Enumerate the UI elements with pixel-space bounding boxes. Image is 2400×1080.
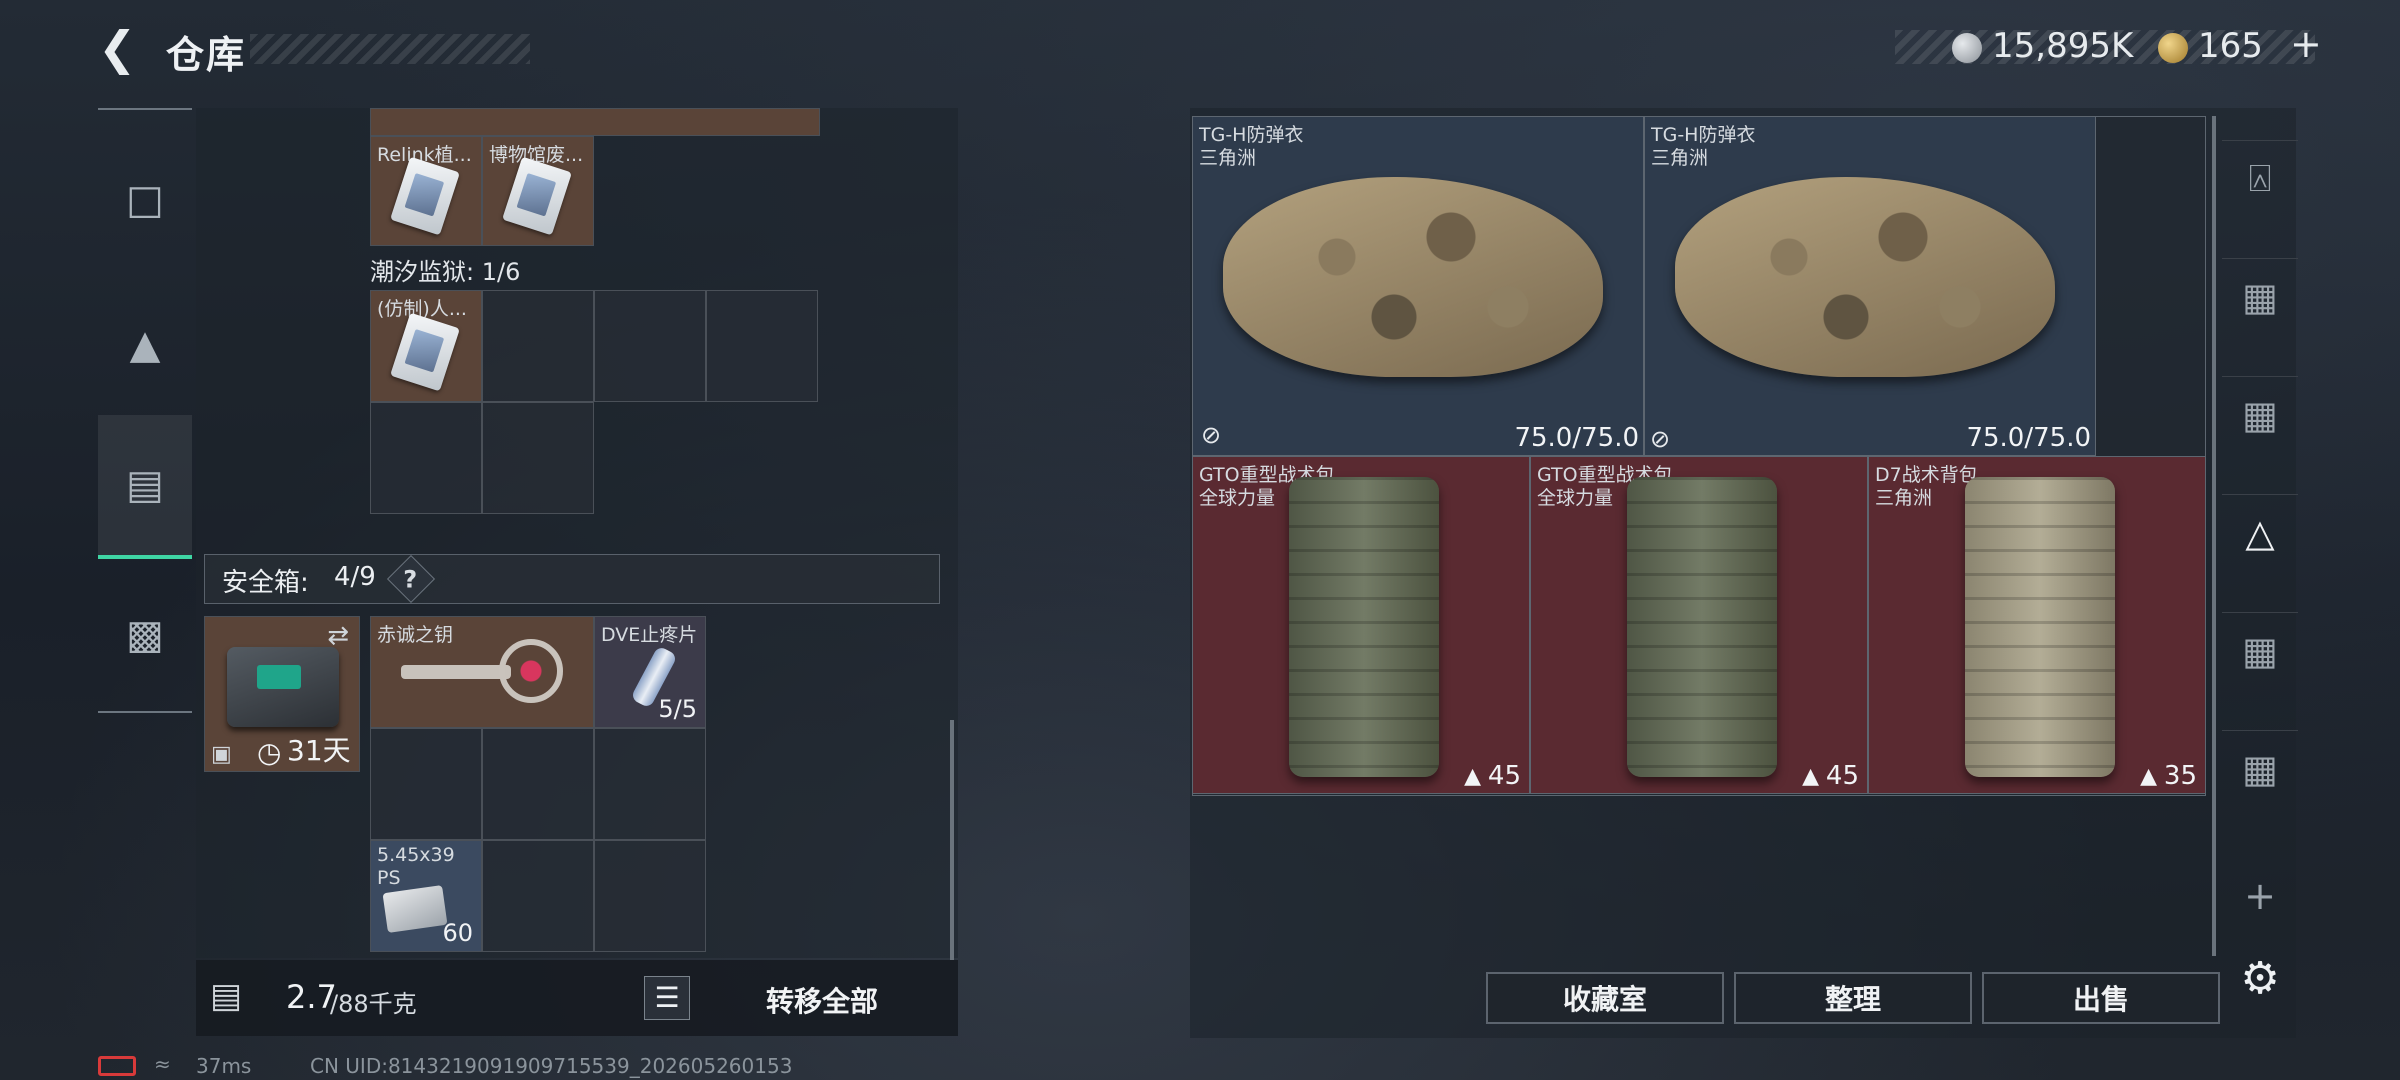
storage-tab-icon[interactable]: ▦ — [2222, 376, 2298, 452]
list-view-icon[interactable]: ☰ — [644, 976, 690, 1020]
backpack-icon — [1627, 477, 1777, 777]
backpack-icon — [1965, 477, 2115, 777]
item-name: DVE止疼片 — [601, 624, 698, 646]
timer-icon: ◷ — [257, 736, 282, 769]
inventory-item[interactable]: Relink植... — [370, 136, 482, 246]
backpack-item[interactable]: D7战术背包 三角洲 ▲ 35 — [1868, 456, 2206, 794]
organize-button[interactable]: 整理 — [1734, 972, 1972, 1024]
help-question-mark: ? — [403, 565, 418, 594]
safe-box-item[interactable]: ⇄ ▣ ◷ 31天 — [204, 616, 360, 772]
sell-button[interactable]: 出售 — [1982, 972, 2220, 1024]
key-bow-icon — [499, 639, 563, 703]
empty-slot[interactable] — [370, 728, 482, 840]
gold-coin-icon — [2158, 33, 2188, 63]
counterfeit-card-icon — [390, 312, 460, 392]
item-name: 5.45x39 — [377, 844, 455, 866]
uid-text: CN UID:8143219091909715539_202605260153 — [310, 1054, 793, 1078]
inventory-item[interactable]: DVE止疼片 5/5 — [594, 616, 706, 728]
armor-icon[interactable]: ▲ — [98, 295, 192, 395]
item-durability: 75.0/75.0 — [1514, 423, 1639, 453]
safe-box-count: 4/9 — [334, 562, 376, 592]
add-currency-button[interactable]: + — [2290, 22, 2322, 66]
relink-card-icon — [390, 156, 460, 236]
briefcase-icon[interactable]: ▩ — [98, 585, 192, 685]
ammo-box-icon — [382, 885, 448, 933]
empty-slot[interactable] — [482, 402, 594, 514]
safe-box-label: 安全箱: — [222, 568, 309, 598]
wifi-icon: ≈ — [154, 1052, 171, 1076]
empty-slot[interactable] — [482, 840, 594, 952]
silver-balance: 15,895K — [1992, 26, 2134, 66]
battery-low-icon — [98, 1056, 136, 1076]
backpack-icon — [1289, 477, 1439, 777]
item-maker: 三角洲 — [1875, 487, 1933, 509]
no-insure-icon: ⊘ — [1201, 421, 1222, 449]
left-category-nav: □ ▲ ▤ ▩ — [98, 108, 192, 713]
empty-slot[interactable] — [482, 728, 594, 840]
item-subname: PS — [377, 867, 401, 889]
item-count: 5/5 — [658, 695, 697, 723]
vest-icon — [1223, 177, 1603, 377]
item-weight: 45 — [1825, 761, 1859, 791]
inventory-item[interactable]: (仿制)人... — [370, 290, 482, 402]
transfer-all-button[interactable]: 转移全部 — [766, 980, 878, 1020]
silver-coin-icon — [1952, 33, 1982, 63]
weight-icon: ▤ — [210, 976, 243, 1016]
vest-icon — [1675, 177, 2055, 377]
ping-value: 37ms — [196, 1054, 252, 1078]
item-maker: 三角洲 — [1651, 147, 1709, 169]
collection-room-button[interactable]: 收藏室 — [1486, 972, 1724, 1024]
key-icon — [401, 665, 511, 679]
empty-slot[interactable] — [370, 402, 482, 514]
empty-slot[interactable] — [594, 728, 706, 840]
weight-capacity: /88千克 — [330, 990, 417, 1018]
item-maker: 三角洲 — [1199, 147, 1257, 169]
item-maker: 全球力量 — [1537, 487, 1614, 509]
weight-icon: ▲ — [2140, 764, 2157, 789]
weight-icon: ▲ — [1802, 764, 1819, 789]
storage-tab-icon[interactable]: ▦ — [2222, 730, 2298, 806]
gold-balance: 165 — [2198, 26, 2263, 66]
backpack-item[interactable]: GTO重型战术包 全球力量 ▲ 45 — [1530, 456, 1868, 794]
item-weight: 45 — [1487, 761, 1521, 791]
empty-slot[interactable] — [594, 840, 706, 952]
armor-vest-item[interactable]: TG-H防弹衣 三角洲 ⊘ 75.0/75.0 — [1192, 116, 1644, 456]
back-arrow-icon[interactable]: ❮ — [98, 22, 146, 74]
title-decoration — [250, 34, 530, 64]
safe-box-header — [204, 554, 940, 604]
armor-vest-item[interactable]: TG-H防弹衣 三角洲 75.0/75.0 — [1644, 116, 2096, 456]
safe-box-icon — [227, 647, 339, 727]
partial-row — [370, 108, 820, 136]
inventory-item[interactable]: 5.45x39 PS 60 — [370, 840, 482, 952]
item-maker: 全球力量 — [1199, 487, 1276, 509]
storage-tab-icon[interactable]: ▦ — [2222, 612, 2298, 688]
empty-slot[interactable] — [706, 290, 818, 402]
pistol-icon[interactable]: □ — [98, 150, 192, 250]
no-insure-icon: ⊘ — [1650, 425, 1671, 453]
inventory-item[interactable]: 赤诚之钥 — [370, 616, 594, 728]
backpack-item[interactable]: GTO重型战术包 全球力量 ▲ 45 — [1192, 456, 1530, 794]
safe-box-days: 31天 — [287, 734, 351, 767]
prison-container-label: 潮汐监狱: 1/6 — [370, 258, 521, 286]
page-title: 仓库 — [166, 33, 247, 77]
empty-slot[interactable] — [482, 290, 594, 402]
item-count: 60 — [442, 919, 473, 947]
grid-scrollbar[interactable] — [2212, 116, 2216, 956]
container-tab-icon[interactable]: ⍓ — [2222, 140, 2298, 216]
museum-card-icon — [502, 156, 572, 236]
storage-scrollbar[interactable] — [950, 720, 954, 960]
item-weight: 35 — [2163, 761, 2197, 791]
active-storage-tab-icon[interactable]: △ — [2222, 494, 2298, 570]
item-name: 赤诚之钥 — [377, 624, 454, 646]
empty-slot[interactable] — [594, 290, 706, 402]
backpack-icon[interactable]: ▤ — [98, 415, 192, 559]
storage-tab-icon[interactable]: ▦ — [2222, 258, 2298, 334]
weight-icon: ▲ — [1464, 764, 1481, 789]
add-tab-button[interactable]: + — [2222, 858, 2298, 934]
item-durability: 75.0/75.0 — [1966, 423, 2091, 453]
inventory-item[interactable]: 博物馆废... — [482, 136, 594, 246]
lock-icon: ▣ — [211, 742, 232, 767]
gear-icon[interactable]: ⚙ — [2222, 940, 2298, 1016]
item-name: (仿制)人... — [377, 298, 467, 320]
